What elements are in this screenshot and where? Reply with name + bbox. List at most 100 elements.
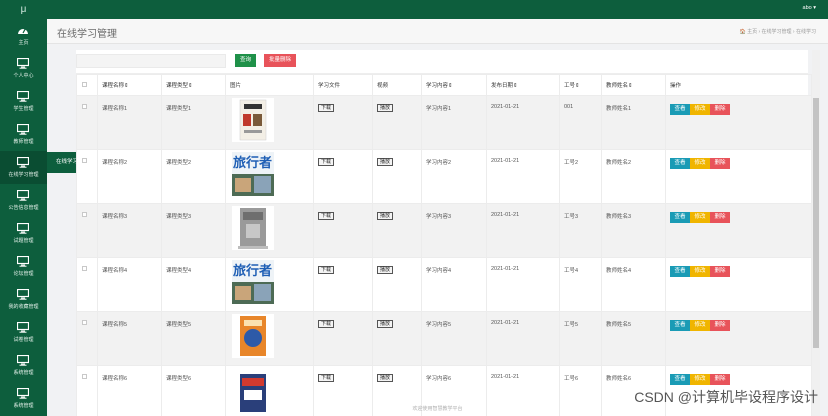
select-all-checkbox-cell[interactable] (76, 74, 98, 96)
row-checkbox-cell[interactable] (76, 257, 98, 312)
sidebar-item-7[interactable]: 试题管理 (0, 217, 47, 250)
play-button[interactable]: 播放 (377, 104, 394, 112)
column-header[interactable]: 图片 (225, 74, 314, 96)
sidebar-item-9[interactable]: 我的收藏管理 (0, 283, 47, 316)
view-button[interactable]: 查看 (670, 158, 690, 169)
scrollbar[interactable] (812, 50, 820, 416)
row-checkbox-cell[interactable] (76, 149, 98, 204)
job-number: 工号4 (559, 257, 602, 312)
sidebar-item-11[interactable]: 系统管理 (0, 349, 47, 382)
play-button[interactable]: 播放 (377, 320, 394, 328)
search-input[interactable] (76, 54, 226, 68)
play-button[interactable]: 播放 (377, 158, 394, 166)
delete-button[interactable]: 删除 (710, 320, 730, 331)
row-checkbox[interactable] (82, 158, 87, 163)
play-button[interactable]: 播放 (377, 212, 394, 220)
view-button[interactable]: 查看 (670, 374, 690, 385)
view-button[interactable]: 查看 (670, 212, 690, 223)
row-checkbox-cell[interactable] (76, 95, 98, 150)
column-header[interactable]: 工号⇕ (559, 74, 602, 96)
sidebar-item-3[interactable]: 学生管理 (0, 85, 47, 118)
dashboard-icon (17, 25, 29, 36)
column-header[interactable]: 学习文件 (313, 74, 373, 96)
select-all-checkbox[interactable] (82, 81, 87, 87)
app-logo: μ (20, 4, 27, 15)
sidebar-item-4[interactable]: 教师管理 (0, 118, 47, 151)
monitor-icon (17, 256, 29, 267)
sidebar-item-5[interactable]: 在线学习管理 (0, 151, 47, 184)
column-header[interactable]: 发布日期⇕ (486, 74, 560, 96)
video-cell: 播放 (372, 95, 422, 150)
course-name: 课程名称3 (97, 203, 162, 258)
course-image: 旅行者 (225, 149, 314, 204)
course-type: 课程类型3 (161, 203, 226, 258)
row-checkbox[interactable] (82, 320, 87, 325)
column-header[interactable]: 学习内容⇕ (421, 74, 487, 96)
sidebar-item-label: 系统管理 (13, 403, 34, 409)
column-header[interactable]: 教师姓名⇕ (601, 74, 666, 96)
play-button[interactable]: 播放 (377, 266, 394, 274)
delete-button[interactable]: 删除 (710, 212, 730, 223)
scrollbar-thumb[interactable] (813, 98, 819, 348)
delete-button[interactable]: 删除 (710, 374, 730, 385)
download-button[interactable]: 下载 (318, 104, 335, 112)
publish-date: 2021-01-21 (486, 203, 560, 258)
edit-button[interactable]: 修改 (690, 158, 710, 169)
sidebar-item-label: 我的收藏管理 (8, 304, 39, 310)
sidebar-item-6[interactable]: 公告信息管理 (0, 184, 47, 217)
sidebar-item-1[interactable]: 主页 (0, 19, 47, 52)
publish-date: 2021-01-21 (486, 257, 560, 312)
row-checkbox[interactable] (82, 374, 87, 379)
edit-button[interactable]: 修改 (690, 212, 710, 223)
actions-cell: 查看 修改 删除 (665, 149, 812, 204)
monitor-icon (17, 190, 29, 201)
batch-delete-button[interactable]: 批量删除 (264, 54, 297, 67)
row-checkbox-cell[interactable] (76, 203, 98, 258)
delete-button[interactable]: 删除 (710, 104, 730, 115)
sidebar-item-10[interactable]: 试卷管理 (0, 316, 47, 349)
actions-cell: 查看 修改 删除 (665, 203, 812, 258)
row-checkbox[interactable] (82, 212, 87, 217)
column-header[interactable]: 视频 (372, 74, 422, 96)
delete-button[interactable]: 删除 (710, 266, 730, 277)
download-button[interactable]: 下载 (318, 374, 335, 382)
user-menu[interactable]: abo ▾ (803, 0, 816, 17)
column-header[interactable]: 操作 (665, 74, 812, 96)
sidebar-item-2[interactable]: 个人中心 (0, 52, 47, 85)
study-content: 学习内容3 (421, 203, 487, 258)
teacher-name: 教师姓名3 (601, 203, 666, 258)
course-image (225, 203, 314, 258)
sidebar-item-8[interactable]: 论坛管理 (0, 250, 47, 283)
top-bar: μ abo ▾ (0, 0, 828, 19)
column-header[interactable]: 课程名称⇕ (97, 74, 162, 96)
delete-button[interactable]: 删除 (710, 158, 730, 169)
column-header[interactable]: 课程类型⇕ (161, 74, 226, 96)
breadcrumb[interactable]: 🏠 主页 › 在线学习管理 › 在线学习 (739, 28, 816, 35)
row-checkbox[interactable] (82, 266, 87, 271)
course-table: 课程名称⇕ 课程类型⇕ 图片 学习文件 视频 学习内容⇕ 发布日期⇕ 工号⇕ 教师姓名⇕ 操作 课… (76, 74, 812, 416)
edit-button[interactable]: 修改 (690, 320, 710, 331)
table-row: 课程名称4 课程类型4 旅行者 下载 播放 学习内容4 2021-01-21 工号4 教师姓名4… (76, 257, 812, 312)
download-button[interactable]: 下载 (318, 320, 335, 328)
play-button[interactable]: 播放 (377, 374, 394, 382)
edit-button[interactable]: 修改 (690, 266, 710, 277)
teacher-name: 教师姓名4 (601, 257, 666, 312)
study-file-cell: 下载 (313, 203, 373, 258)
sidebar-item-label: 在线学习管理 (8, 172, 39, 178)
course-type: 课程类型5 (161, 311, 226, 366)
edit-button[interactable]: 修改 (690, 104, 710, 115)
download-button[interactable]: 下载 (318, 212, 335, 220)
download-button[interactable]: 下载 (318, 158, 335, 166)
sidebar-item-12[interactable]: 系统管理 (0, 382, 47, 415)
download-button[interactable]: 下载 (318, 266, 335, 274)
edit-button[interactable]: 修改 (690, 374, 710, 385)
row-checkbox-cell[interactable] (76, 311, 98, 366)
sidebar-item-label: 试题管理 (13, 238, 34, 244)
view-button[interactable]: 查看 (670, 104, 690, 115)
search-button[interactable]: 查询 (235, 54, 257, 67)
row-checkbox[interactable] (82, 104, 87, 109)
course-type: 课程类型2 (161, 149, 226, 204)
study-file-cell: 下载 (313, 257, 373, 312)
view-button[interactable]: 查看 (670, 266, 690, 277)
view-button[interactable]: 查看 (670, 320, 690, 331)
